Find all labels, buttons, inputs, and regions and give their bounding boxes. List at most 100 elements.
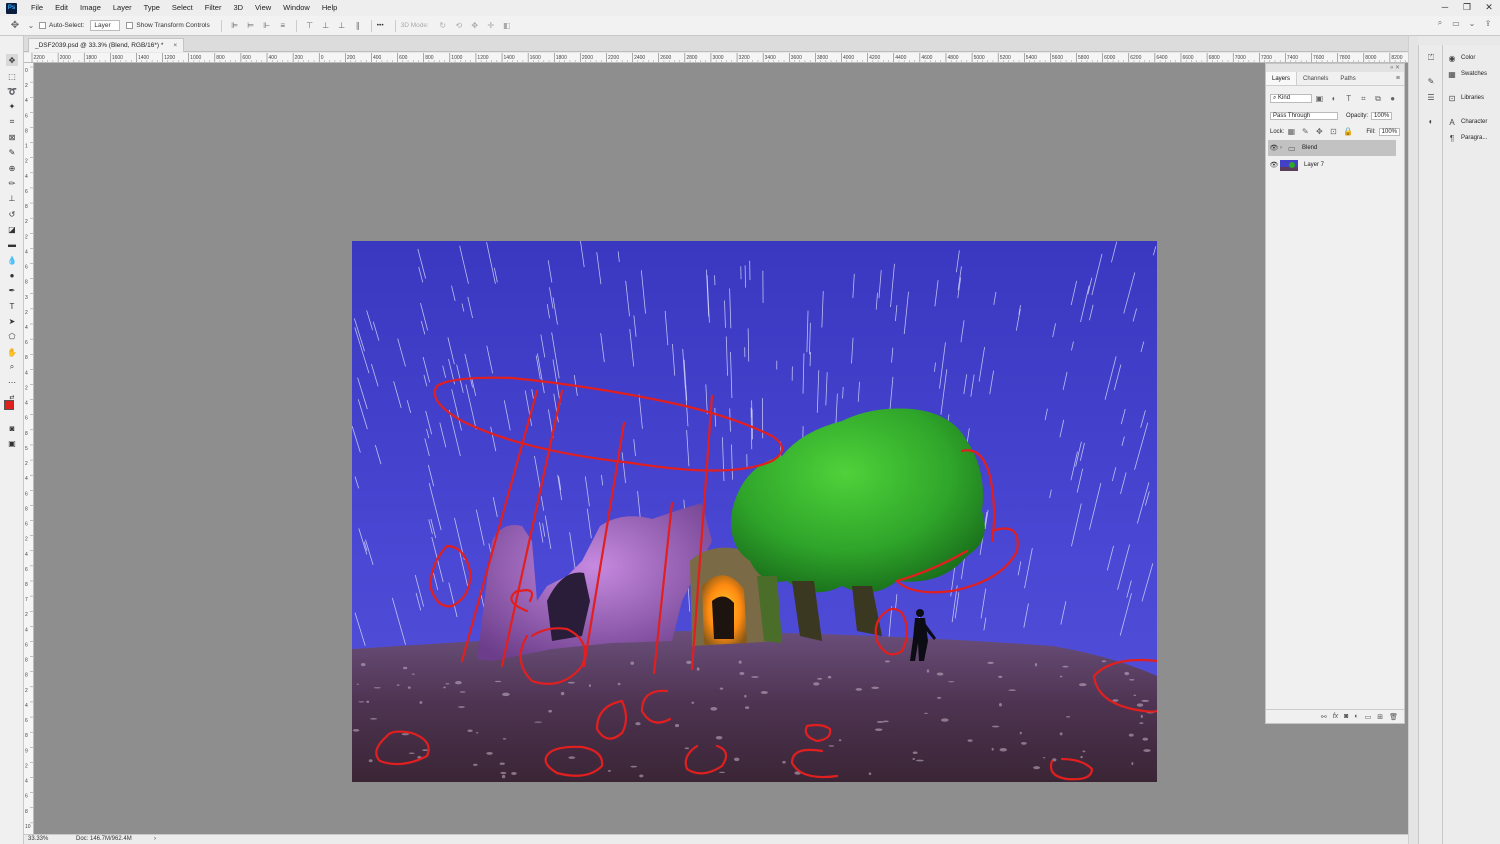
- align-bottom-icon[interactable]: ⊥: [337, 21, 347, 31]
- fx-icon[interactable]: fx: [1333, 713, 1338, 720]
- menu-filter[interactable]: Filter: [199, 0, 228, 16]
- opacity-input[interactable]: 100%: [1371, 111, 1393, 120]
- dock-paragraph[interactable]: ¶ Paragra...: [1447, 132, 1500, 144]
- menu-layer[interactable]: Layer: [107, 0, 138, 16]
- align-center-icon[interactable]: ⊨: [246, 21, 256, 31]
- lock-pixels-icon[interactable]: ✎: [1301, 127, 1309, 137]
- filter-shape-icon[interactable]: ⌗: [1359, 94, 1368, 104]
- canvas-area[interactable]: [34, 63, 1408, 834]
- tab-channels[interactable]: Channels: [1297, 72, 1334, 85]
- distribute-icon[interactable]: ≡: [278, 21, 288, 31]
- filter-type-icon[interactable]: T: [1344, 94, 1353, 104]
- history-icon[interactable]: ⏍: [1426, 53, 1436, 63]
- tab-paths[interactable]: Paths: [1334, 72, 1361, 85]
- adjustments-icon[interactable]: ◐: [1426, 117, 1436, 127]
- layer-name[interactable]: Layer 7: [1304, 162, 1324, 168]
- visibility-eye-icon[interactable]: 👁: [1268, 144, 1280, 152]
- auto-select-checkbox[interactable]: Auto-Select:: [39, 22, 84, 29]
- menu-type[interactable]: Type: [138, 0, 166, 16]
- zoom-tool-icon[interactable]: ⌕: [6, 361, 18, 373]
- menu-file[interactable]: File: [25, 0, 49, 16]
- screen-mode-icon[interactable]: ▣: [6, 437, 18, 449]
- share-icon[interactable]: ⇪: [1483, 18, 1493, 28]
- auto-select-dropdown[interactable]: Layer: [90, 20, 121, 31]
- align-top-icon[interactable]: ⊤: [305, 21, 315, 31]
- brush-settings-icon[interactable]: ✎: [1426, 77, 1436, 87]
- dodge-tool-icon[interactable]: ●: [6, 269, 18, 281]
- quick-mask-icon[interactable]: ◙: [6, 422, 18, 434]
- align-left-icon[interactable]: ⊫: [230, 21, 240, 31]
- dock-character[interactable]: A Character: [1447, 116, 1500, 128]
- transform-controls-checkbox[interactable]: Show Transform Controls: [126, 22, 210, 29]
- filter-adjustment-icon[interactable]: ◐: [1330, 94, 1339, 104]
- eyedropper-tool-icon[interactable]: ✎: [6, 146, 18, 158]
- layer-name[interactable]: Blend: [1302, 145, 1317, 151]
- restore-button[interactable]: ❐: [1456, 0, 1478, 14]
- healing-brush-tool-icon[interactable]: ⊕: [6, 162, 18, 174]
- align-middle-icon[interactable]: ⊥: [321, 21, 331, 31]
- align-right-icon[interactable]: ⊩: [262, 21, 272, 31]
- brush-tool-icon[interactable]: ✏: [6, 177, 18, 189]
- foreground-color-swatch[interactable]: [4, 400, 14, 410]
- pan-3d-icon[interactable]: ✥: [470, 21, 480, 31]
- new-group-icon[interactable]: ▭: [1365, 713, 1372, 721]
- new-layer-icon[interactable]: ⊞: [1377, 713, 1383, 721]
- layer-row-blend[interactable]: 👁 › ▭ Blend: [1268, 140, 1396, 156]
- close-button[interactable]: ✕: [1478, 0, 1500, 14]
- lock-transparent-icon[interactable]: ▦: [1287, 127, 1296, 137]
- menu-view[interactable]: View: [249, 0, 277, 16]
- frame-tool-icon[interactable]: ⊠: [6, 131, 18, 143]
- hand-tool-icon[interactable]: ✋: [6, 346, 18, 358]
- marquee-tool-icon[interactable]: ⬚: [6, 70, 18, 82]
- distribute-vertical-icon[interactable]: ∥: [353, 21, 363, 31]
- expand-arrow-icon[interactable]: ›: [1280, 145, 1288, 151]
- adjustment-layer-icon[interactable]: ◐: [1354, 713, 1358, 720]
- layer-kind-filter[interactable]: ⌕ Kind: [1270, 94, 1313, 103]
- crop-tool-icon[interactable]: ⌗: [6, 116, 18, 128]
- slide-3d-icon[interactable]: ✛: [486, 21, 496, 31]
- chevron-down-icon[interactable]: ⌄: [26, 21, 36, 31]
- more-tools-icon[interactable]: ⋯: [6, 376, 18, 388]
- workspace-icon[interactable]: ▭: [1451, 18, 1461, 28]
- type-tool-icon[interactable]: T: [6, 300, 18, 312]
- gradient-tool-icon[interactable]: ▬: [6, 238, 18, 250]
- zoom-level[interactable]: 33.33%: [28, 835, 68, 844]
- filter-toggle-icon[interactable]: ●: [1388, 94, 1397, 104]
- filter-smart-object-icon[interactable]: ⧉: [1374, 94, 1383, 104]
- blend-mode-dropdown[interactable]: Pass Through: [1270, 111, 1338, 120]
- document-image[interactable]: [352, 241, 1157, 782]
- menu-help[interactable]: Help: [316, 0, 343, 16]
- menu-window[interactable]: Window: [277, 0, 316, 16]
- dock-swatches[interactable]: ▦ Swatches: [1447, 68, 1500, 80]
- document-tab[interactable]: _DSF2039.psd @ 33.3% (Blend, RGB/16*) * …: [28, 38, 185, 52]
- link-layers-icon[interactable]: ⚯: [1321, 713, 1327, 721]
- dock-color[interactable]: ◉ Color: [1447, 52, 1500, 64]
- clone-stamp-tool-icon[interactable]: ⊥: [6, 192, 18, 204]
- menu-edit[interactable]: Edit: [49, 0, 74, 16]
- pen-tool-icon[interactable]: ✒: [6, 284, 18, 296]
- dock-libraries[interactable]: ⊡ Libraries: [1447, 92, 1500, 104]
- history-brush-tool-icon[interactable]: ↺: [6, 208, 18, 220]
- search-icon[interactable]: ⌕: [1435, 18, 1445, 28]
- panel-header-bar[interactable]: » ✕: [1266, 64, 1404, 72]
- move-tool-preset-icon[interactable]: ✥: [10, 20, 20, 31]
- shape-tool-icon[interactable]: ⬠: [6, 330, 18, 342]
- roll-3d-icon[interactable]: ⟲: [454, 21, 464, 31]
- menu-select[interactable]: Select: [166, 0, 199, 16]
- lock-position-icon[interactable]: ✥: [1315, 127, 1323, 137]
- path-selection-tool-icon[interactable]: ➤: [6, 315, 18, 327]
- panel-menu-icon[interactable]: ≡: [1396, 72, 1400, 85]
- menu-3d[interactable]: 3D: [227, 0, 249, 16]
- layer-row-layer7[interactable]: 👁 Layer 7: [1268, 157, 1396, 173]
- magic-wand-tool-icon[interactable]: ✦: [6, 100, 18, 112]
- scale-3d-icon[interactable]: ◧: [502, 21, 512, 31]
- orbit-3d-icon[interactable]: ↻: [438, 21, 448, 31]
- lock-all-icon[interactable]: 🔒: [1343, 127, 1353, 137]
- close-icon[interactable]: ×: [173, 39, 177, 52]
- visibility-eye-icon[interactable]: 👁: [1268, 161, 1280, 169]
- ruler-vertical[interactable]: 0 2 4 6 8 1 2 4 6 8 2 2 4 6 8 3 2 4 6 8 4 2 4 6 8 5 2 4 6 8 6 2 4 6 8 7 2 4 6 8…: [24, 63, 34, 834]
- filter-pixel-icon[interactable]: ▣: [1315, 94, 1324, 104]
- tab-layers[interactable]: Layers: [1266, 72, 1298, 85]
- blur-tool-icon[interactable]: 💧: [6, 254, 18, 266]
- move-tool-icon[interactable]: ✥: [6, 54, 18, 66]
